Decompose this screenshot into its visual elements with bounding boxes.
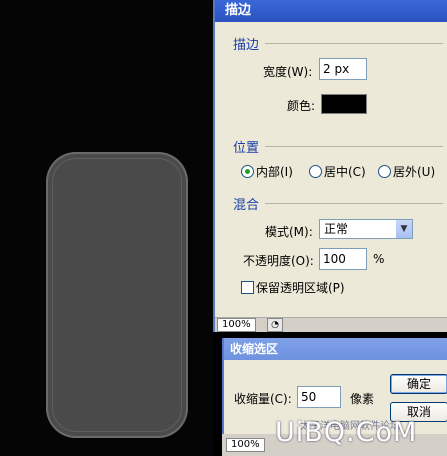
blend-mode-select[interactable]: 正常 ▼ <box>319 219 413 239</box>
opacity-label: 不透明度(O): <box>243 254 314 268</box>
contract-amount-label: 收缩量(C): <box>234 392 292 406</box>
divider <box>265 146 443 147</box>
radio-center-label[interactable]: 居中(C) <box>324 163 366 180</box>
contract-amount-input[interactable]: 50 <box>297 386 341 408</box>
stroke-dialog-title: 描边 <box>215 0 447 22</box>
stroke-dialog: 描边 描边 宽度(W): 2 px 颜色: 位置 内部(I) 居中(C) 居外(… <box>213 0 447 332</box>
radio-inside-label[interactable]: 内部(I) <box>256 163 293 180</box>
radio-outside-label[interactable]: 居外(U) <box>393 163 435 180</box>
divider <box>265 203 443 204</box>
width-input[interactable]: 2 px <box>319 58 367 80</box>
document-canvas[interactable] <box>0 0 213 456</box>
zoom-level-2[interactable]: 100% <box>226 438 265 452</box>
divider <box>265 43 443 44</box>
color-label: 颜色: <box>287 99 316 113</box>
preserve-transparency-checkbox[interactable] <box>241 281 254 294</box>
opacity-input[interactable]: 100 <box>319 248 367 270</box>
width-label: 宽度(W): <box>263 65 313 79</box>
contract-amount-unit: 像素 <box>350 392 375 406</box>
ok-button[interactable]: 确定 <box>390 374 447 394</box>
stroke-group-label: 描边 <box>233 38 260 53</box>
watermark-logo: UiBQ.CoM <box>275 417 418 448</box>
radio-outside[interactable] <box>378 165 391 178</box>
contract-dialog-title: 收缩选区 <box>224 338 447 360</box>
selection-outline <box>52 158 182 432</box>
position-group-label: 位置 <box>233 141 260 156</box>
opacity-unit: % <box>373 252 385 266</box>
navigator-icon[interactable]: ◔ <box>267 318 283 332</box>
zoom-level[interactable]: 100% <box>217 318 256 332</box>
blend-mode-value: 正常 <box>324 222 349 236</box>
preserve-transparency-label[interactable]: 保留透明区域(P) <box>256 279 345 296</box>
blend-group-label: 混合 <box>233 198 260 213</box>
rounded-rect-shape <box>46 152 188 438</box>
status-bar: 100% ◔ <box>215 317 447 332</box>
chevron-down-icon[interactable]: ▼ <box>396 220 412 238</box>
color-swatch[interactable] <box>321 94 367 114</box>
mode-label: 模式(M): <box>265 225 313 239</box>
radio-inside[interactable] <box>241 165 254 178</box>
radio-center[interactable] <box>309 165 322 178</box>
